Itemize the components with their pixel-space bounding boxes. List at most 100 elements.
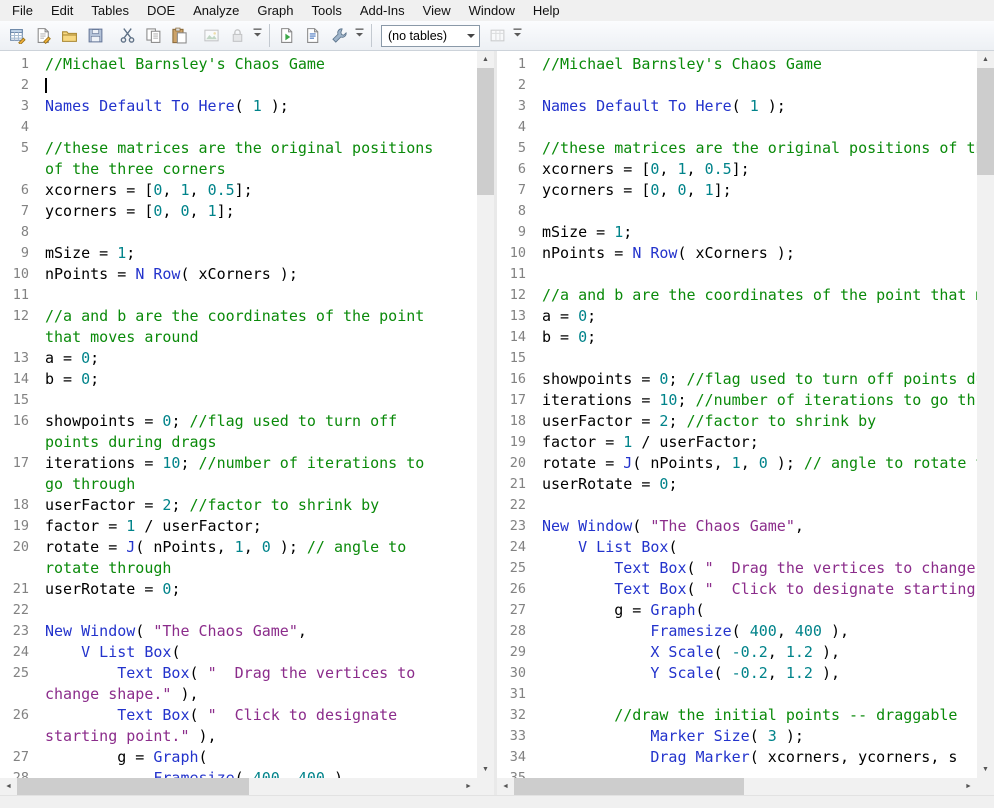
scroll-left-icon[interactable]: ◄: [497, 778, 514, 795]
code-text: showpoints = 0; //flag used to turn off …: [40, 411, 441, 453]
line-number: 30: [497, 663, 537, 684]
left-code-area[interactable]: 1//Michael Barnsley's Chaos Game23Names …: [0, 51, 477, 778]
new-data-table-button[interactable]: [5, 23, 30, 48]
line-number: 28: [0, 768, 40, 778]
right-vertical-scrollbar[interactable]: ▲ ▼: [977, 51, 994, 778]
line-number: 12: [0, 306, 40, 348]
code-text: userRotate = 0;: [537, 474, 977, 495]
line-number: 20: [0, 537, 40, 579]
code-line: 27 g = Graph(: [0, 747, 477, 768]
code-text: userRotate = 0;: [40, 579, 441, 600]
code-text: New Window( "The Chaos Game",: [537, 516, 977, 537]
code-text: //Michael Barnsley's Chaos Game: [40, 54, 441, 75]
code-line: 13a = 0;: [0, 348, 477, 369]
code-text: Y Scale( -0.2, 1.2 ),: [537, 663, 977, 684]
code-text: showpoints = 0; //flag used to turn off …: [537, 369, 977, 390]
code-text: ycorners = [0, 0, 1];: [537, 180, 977, 201]
line-number: 19: [497, 432, 537, 453]
left-vscroll-thumb[interactable]: [477, 68, 494, 195]
left-vertical-scrollbar[interactable]: ▲ ▼: [477, 51, 494, 778]
code-line: 8: [497, 201, 977, 222]
code-line: 4: [0, 117, 477, 138]
menu-item-view[interactable]: View: [414, 1, 460, 20]
code-text: Framesize( 400, 400 ),: [537, 621, 977, 642]
run-script-button[interactable]: [275, 23, 300, 48]
line-number: 10: [497, 243, 537, 264]
right-hscroll-thumb[interactable]: [514, 778, 744, 795]
left-editor-pane[interactable]: 1//Michael Barnsley's Chaos Game23Names …: [0, 51, 494, 795]
new-script-button[interactable]: [301, 23, 326, 48]
line-number: 10: [0, 264, 40, 285]
line-number: 17: [497, 390, 537, 411]
code-text: b = 0;: [40, 369, 441, 390]
right-editor-pane[interactable]: 1//Michael Barnsley's Chaos Game23Names …: [497, 51, 994, 795]
code-line: 31: [497, 684, 977, 705]
right-horizontal-scrollbar[interactable]: ◄ ►: [497, 778, 977, 795]
line-number: 33: [497, 726, 537, 747]
scroll-left-icon[interactable]: ◄: [0, 778, 17, 795]
left-hscroll-track[interactable]: [17, 778, 460, 795]
code-line: 15: [0, 390, 477, 411]
menu-item-tables[interactable]: Tables: [82, 1, 138, 20]
code-text: V List Box(: [537, 537, 977, 558]
copy-button[interactable]: [141, 23, 166, 48]
code-line: 25 Text Box( " Drag the vertices to chan…: [497, 558, 977, 579]
line-number: 25: [0, 663, 40, 705]
right-vscroll-thumb[interactable]: [977, 68, 994, 175]
menu-item-tools[interactable]: Tools: [303, 1, 351, 20]
code-line: 11: [0, 285, 477, 306]
dropdown-arrow-icon[interactable]: [463, 26, 479, 46]
line-number: 34: [497, 747, 537, 768]
toolbar-overflow-tables[interactable]: [511, 23, 524, 48]
save-button[interactable]: [83, 23, 108, 48]
paste-icon: [171, 27, 188, 44]
code-text: iterations = 10; //number of iterations …: [537, 390, 977, 411]
menu-item-analyze[interactable]: Analyze: [184, 1, 248, 20]
open-button[interactable]: [57, 23, 82, 48]
cut-button[interactable]: [115, 23, 140, 48]
line-number: 6: [497, 159, 537, 180]
menu-item-file[interactable]: File: [3, 1, 42, 20]
left-hscroll-thumb[interactable]: [17, 778, 249, 795]
toolbar-overflow-edit[interactable]: [251, 23, 264, 48]
debug-script-button[interactable]: [327, 23, 352, 48]
line-number: 31: [497, 684, 537, 705]
right-code-area[interactable]: 1//Michael Barnsley's Chaos Game23Names …: [497, 51, 977, 778]
paste-button[interactable]: [167, 23, 192, 48]
scroll-up-icon[interactable]: ▲: [977, 51, 994, 68]
code-line: 2: [0, 75, 477, 96]
scroll-right-icon[interactable]: ►: [960, 778, 977, 795]
line-number: 1: [497, 54, 537, 75]
code-line: 9mSize = 1;: [497, 222, 977, 243]
line-number: 9: [0, 243, 40, 264]
menu-item-graph[interactable]: Graph: [248, 1, 302, 20]
new-journal-button[interactable]: [31, 23, 56, 48]
right-pane-body: 1//Michael Barnsley's Chaos Game23Names …: [497, 51, 994, 778]
run-script-icon: [279, 27, 296, 44]
save-icon: [87, 27, 104, 44]
debug-script-icon: [331, 27, 348, 44]
left-horizontal-scrollbar[interactable]: ◄ ►: [0, 778, 477, 795]
code-text: Names Default To Here( 1 );: [40, 96, 441, 117]
scroll-down-icon[interactable]: ▼: [477, 761, 494, 778]
menu-item-add-ins[interactable]: Add-Ins: [351, 1, 414, 20]
code-line: 3Names Default To Here( 1 );: [0, 96, 477, 117]
scroll-right-icon[interactable]: ►: [460, 778, 477, 795]
right-hscroll-track[interactable]: [514, 778, 960, 795]
scroll-down-icon[interactable]: ▼: [977, 761, 994, 778]
menu-item-doe[interactable]: DOE: [138, 1, 184, 20]
menu-item-help[interactable]: Help: [524, 1, 569, 20]
menu-item-window[interactable]: Window: [460, 1, 524, 20]
right-vscroll-track[interactable]: [977, 68, 994, 761]
code-text: [40, 75, 441, 96]
cut-icon: [119, 27, 136, 44]
line-number: 8: [0, 222, 40, 243]
scroll-up-icon[interactable]: ▲: [477, 51, 494, 68]
left-vscroll-track[interactable]: [477, 68, 494, 761]
code-text: //a and b are the coordinates of the poi…: [40, 306, 441, 348]
toolbar-gap: [193, 35, 198, 36]
toolbar-overflow-script[interactable]: [353, 23, 366, 48]
tables-dropdown[interactable]: (no tables): [381, 25, 480, 47]
menu-item-edit[interactable]: Edit: [42, 1, 82, 20]
line-number: 21: [497, 474, 537, 495]
